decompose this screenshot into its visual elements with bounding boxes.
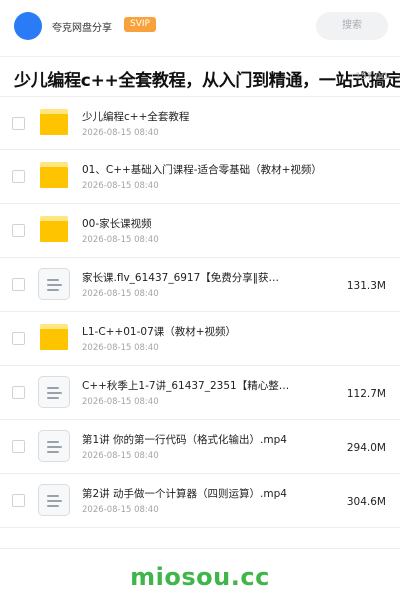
file-date: 2026-08-15 08:40 <box>82 505 159 515</box>
file-date: 2026-08-15 08:40 <box>82 235 159 245</box>
file-name: 少儿编程c++全套教程 <box>82 111 190 123</box>
document-icon <box>38 376 70 408</box>
folder-icon <box>40 162 68 188</box>
row-checkbox[interactable] <box>12 386 25 399</box>
list-item[interactable]: L1-C++01-07课（教材+视频） 2026-08-15 08:40 <box>0 312 400 366</box>
row-checkbox[interactable] <box>12 170 25 183</box>
file-list: 少儿编程c++全套教程 2026-08-15 08:40 01、C++基础入门课… <box>0 96 400 528</box>
avatar[interactable] <box>14 12 42 40</box>
row-checkbox[interactable] <box>12 494 25 507</box>
row-checkbox[interactable] <box>12 278 25 291</box>
watermark: miosou.cc <box>130 563 270 591</box>
file-date: 2026-08-15 08:40 <box>82 128 159 138</box>
file-name: 第1讲 你的第一行代码（格式化输出）.mp4 <box>82 434 287 446</box>
row-checkbox[interactable] <box>12 224 25 237</box>
share-title-row: 少儿编程c++全套教程，从入门到精通，一站式搞定。 157.0G <box>0 56 400 96</box>
file-size: 131.3M <box>346 280 386 292</box>
document-icon <box>38 268 70 300</box>
file-name: 01、C++基础入门课程-适合零基础（教材+视频） <box>82 164 322 176</box>
file-name: L1-C++01-07课（教材+视频） <box>82 326 237 338</box>
file-size: 294.0M <box>346 442 386 454</box>
list-item[interactable]: 01、C++基础入门课程-适合零基础（教材+视频） 2026-08-15 08:… <box>0 150 400 204</box>
file-date: 2026-08-15 08:40 <box>82 181 159 191</box>
page-title: 少儿编程c++全套教程，从入门到精通，一站式搞定。 <box>14 71 400 91</box>
file-name: 00-家长课视频 <box>82 218 152 230</box>
file-date: 2026-08-15 08:40 <box>82 451 159 461</box>
folder-icon <box>40 324 68 350</box>
row-checkbox[interactable] <box>12 332 25 345</box>
top-bar: 夸克网盘分享 SVIP 搜索 <box>0 0 400 52</box>
file-size: 304.6M <box>346 496 386 508</box>
file-date: 2026-08-15 08:40 <box>82 289 159 299</box>
list-item[interactable]: C++秋季上1-7讲_61437_2351【精心整… 2026-08-15 08… <box>0 366 400 420</box>
username: 夸克网盘分享 <box>52 23 112 34</box>
list-item[interactable]: 家长课.flv_61437_6917【免费分享‖获… 2026-08-15 08… <box>0 258 400 312</box>
list-item[interactable]: 第2讲 动手做一个计算器（四则运算）.mp4 2026-08-15 08:40 … <box>0 474 400 528</box>
file-name: 家长课.flv_61437_6917【免费分享‖获… <box>82 272 280 284</box>
document-icon <box>38 430 70 462</box>
file-name: C++秋季上1-7讲_61437_2351【精心整… <box>82 380 290 392</box>
search-input[interactable]: 搜索 <box>316 12 388 40</box>
file-date: 2026-08-15 08:40 <box>82 397 159 407</box>
document-icon <box>38 484 70 516</box>
row-checkbox[interactable] <box>12 440 25 453</box>
folder-icon <box>40 216 68 242</box>
list-item[interactable]: 少儿编程c++全套教程 2026-08-15 08:40 <box>0 96 400 150</box>
file-date: 2026-08-15 08:40 <box>82 343 159 353</box>
svip-badge: SVIP <box>124 17 156 32</box>
folder-icon <box>40 109 68 135</box>
row-checkbox[interactable] <box>12 117 25 130</box>
list-item[interactable]: 第1讲 你的第一行代码（格式化输出）.mp4 2026-08-15 08:40 … <box>0 420 400 474</box>
file-name: 第2讲 动手做一个计算器（四则运算）.mp4 <box>82 488 287 500</box>
file-size: 112.7M <box>346 388 386 400</box>
total-size: 157.0G <box>355 72 388 82</box>
list-item[interactable]: 00-家长课视频 2026-08-15 08:40 <box>0 204 400 258</box>
footer: miosou.cc <box>0 548 400 600</box>
